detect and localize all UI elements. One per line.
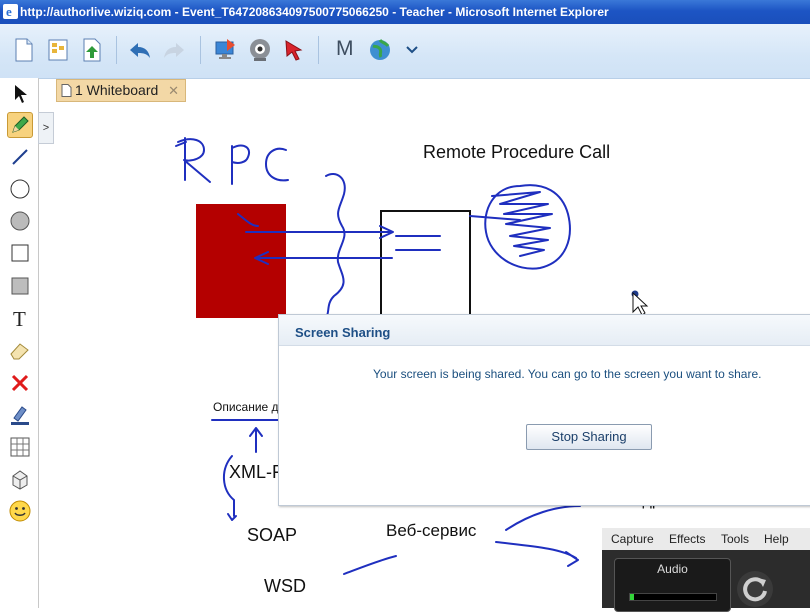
dialog-title: Screen Sharing: [295, 325, 391, 340]
dialog-header: Screen Sharing: [279, 315, 810, 346]
capture-panel: Capture Effects Tools Help Audio: [602, 528, 810, 612]
canvas-blank-area: [313, 576, 505, 608]
label-soap: SOAP: [247, 525, 298, 545]
menu-effects[interactable]: Effects: [669, 532, 705, 546]
scribble-zigzag: [491, 191, 553, 257]
line-to-scribble: [469, 215, 521, 221]
handwriting-r: [175, 137, 211, 183]
black-rectangle: [380, 210, 471, 322]
refresh-icon[interactable]: [736, 570, 774, 608]
stroke-wsd: [343, 555, 397, 575]
audio-level-meter: [629, 593, 717, 601]
label-xml: XML-F: [229, 462, 283, 482]
label-wsd: WSD: [264, 576, 306, 596]
arrow-up-xml: [249, 427, 263, 453]
handwriting-c: [265, 147, 289, 182]
cursor-arrow-icon: [632, 291, 649, 316]
capture-menu-bar: Capture Effects Tools Help: [602, 528, 810, 550]
dialog-message: Your screen is being shared. You can go …: [373, 367, 762, 381]
stroke-webservice-down: [495, 541, 579, 567]
stop-sharing-button[interactable]: Stop Sharing: [526, 424, 652, 450]
stroke-webservice-right: [505, 505, 581, 531]
red-rectangle: [196, 204, 286, 318]
menu-tools[interactable]: Tools: [721, 532, 749, 546]
handwriting-p: [231, 144, 250, 185]
screen-sharing-dialog: Screen Sharing Your screen is being shar…: [278, 314, 810, 506]
audio-panel: Audio: [614, 558, 731, 612]
wavy-line: [325, 173, 346, 319]
audio-label: Audio: [657, 562, 688, 576]
menu-capture[interactable]: Capture: [611, 532, 654, 546]
label-description: Описание д: [213, 400, 279, 414]
menu-help[interactable]: Help: [764, 532, 789, 546]
heading-rpc: Remote Procedure Call: [423, 142, 611, 162]
label-webservice: Веб-сервис: [386, 521, 477, 540]
audio-level-fill: [630, 594, 635, 600]
whiteboard-canvas[interactable]: [0, 0, 810, 608]
